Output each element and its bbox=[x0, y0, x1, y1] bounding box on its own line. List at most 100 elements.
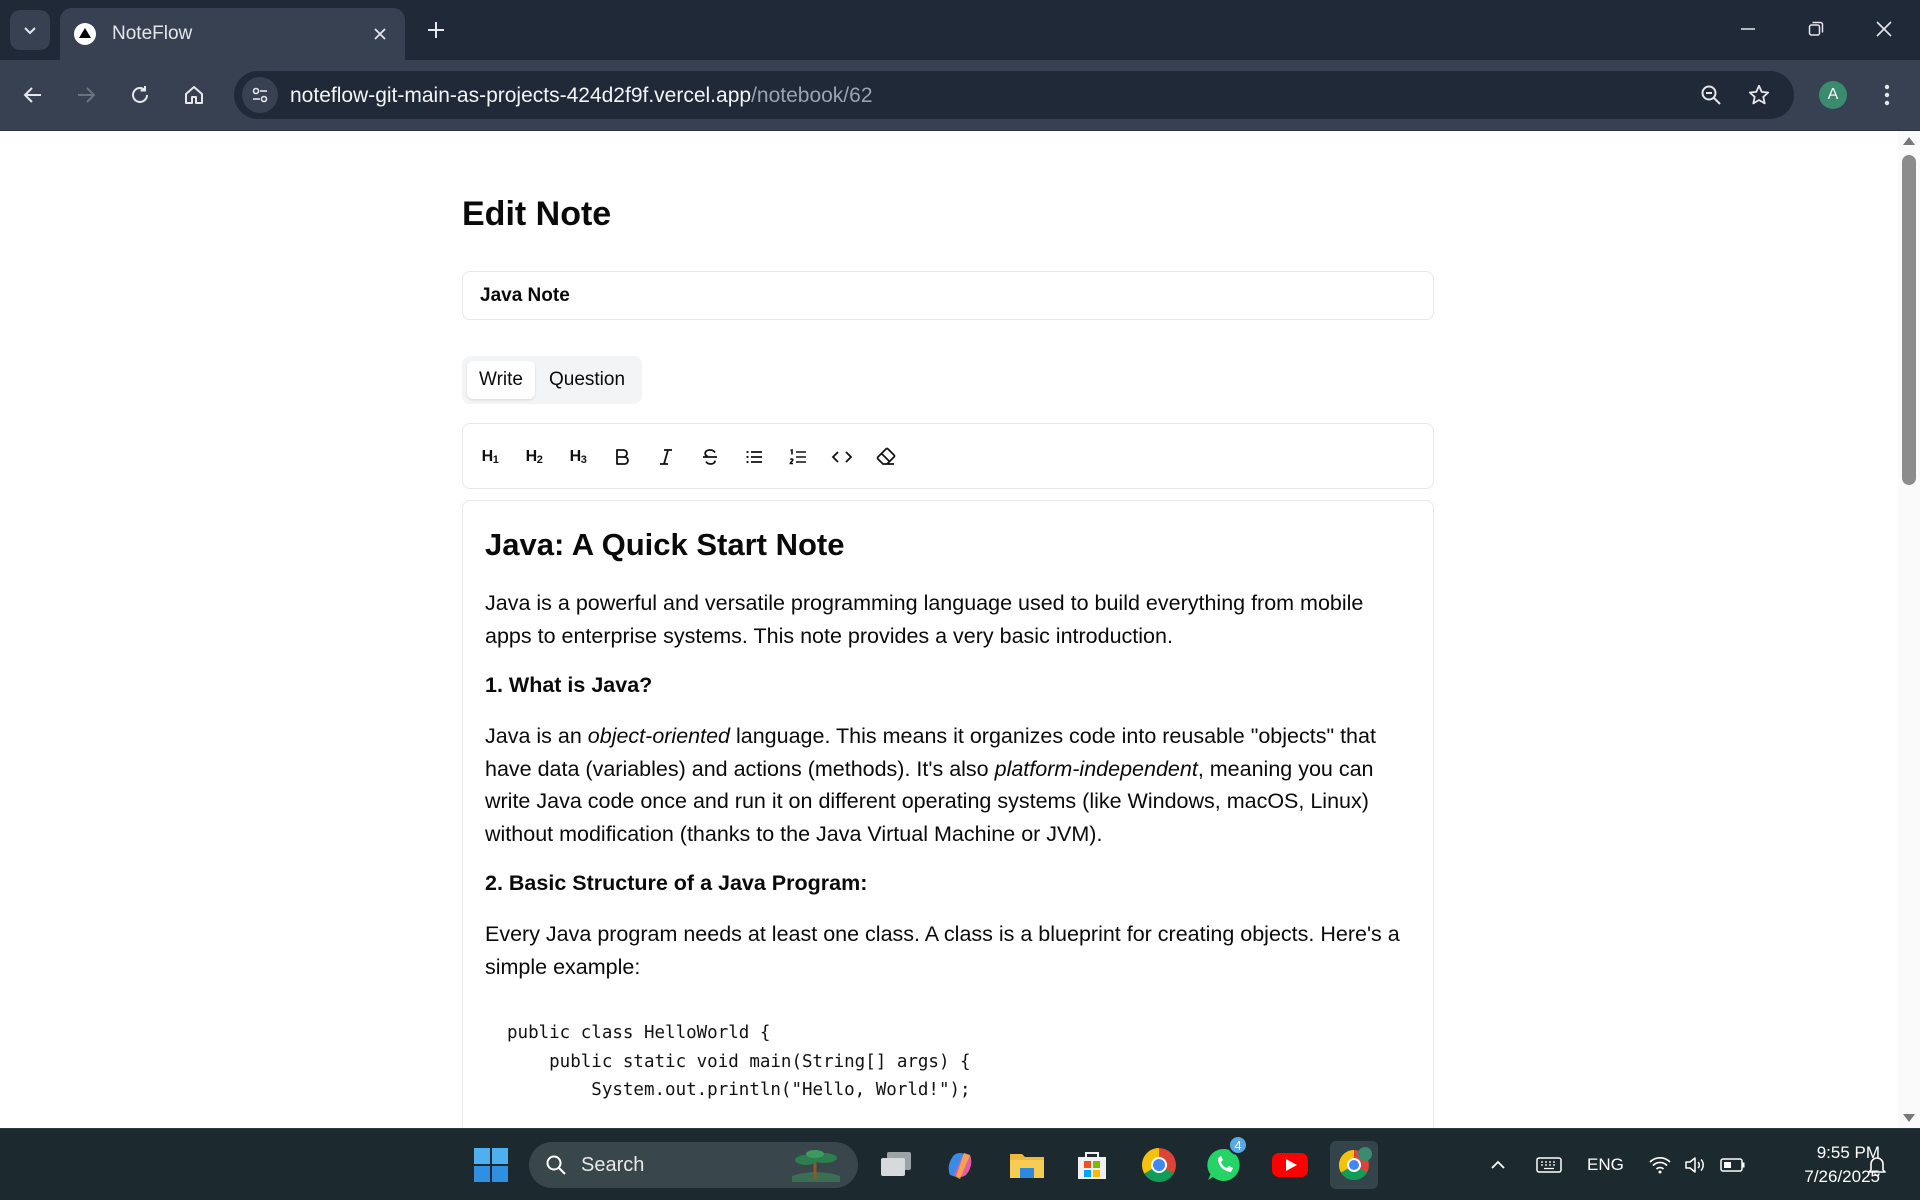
section-2-heading: 2. Basic Structure of a Java Program: bbox=[485, 871, 868, 895]
home-button[interactable] bbox=[174, 75, 214, 115]
page-title: Edit Note bbox=[462, 195, 612, 233]
minimize-icon bbox=[1741, 28, 1755, 30]
editor-mode-tabs: Write Question bbox=[462, 356, 643, 404]
windows-logo-icon bbox=[474, 1148, 508, 1182]
tab-write[interactable]: Write bbox=[467, 361, 535, 399]
clock-time: 9:55 PM bbox=[1816, 1143, 1880, 1162]
code-block-button[interactable] bbox=[822, 438, 862, 476]
page-scrollbar[interactable] bbox=[1898, 131, 1920, 1128]
emphasis-object-oriented: object-oriented bbox=[587, 724, 731, 748]
scrollbar-thumb[interactable] bbox=[1902, 155, 1916, 485]
notifications-button[interactable] bbox=[1866, 1129, 1888, 1200]
youtube-icon bbox=[1272, 1153, 1308, 1177]
document-title: Java: A Quick Start Note bbox=[485, 527, 845, 562]
search-icon bbox=[546, 1155, 566, 1175]
tab-title: NoteFlow bbox=[112, 23, 193, 44]
strikethrough-button[interactable] bbox=[690, 438, 730, 476]
page-viewport: Edit Note Java Note Write Question H1 H2… bbox=[0, 131, 1898, 1128]
minimize-button[interactable] bbox=[1722, 6, 1774, 52]
show-hidden-icons-button[interactable] bbox=[1488, 1129, 1508, 1200]
task-view-icon bbox=[881, 1152, 911, 1176]
ordered-list-icon bbox=[789, 448, 806, 465]
start-button[interactable] bbox=[467, 1141, 515, 1189]
wifi-icon bbox=[1649, 1156, 1671, 1174]
restore-button[interactable] bbox=[1790, 6, 1842, 52]
close-icon bbox=[374, 28, 386, 40]
url-text: noteflow-git-main-as-projects-424d2f9f.v… bbox=[290, 84, 873, 108]
heading-1-icon: H1 bbox=[481, 448, 499, 466]
heading-1-button[interactable]: H1 bbox=[470, 438, 510, 476]
windows-taskbar: Search 4 ENG 9:55 PM 7/26/2025 bbox=[0, 1128, 1920, 1200]
taskbar-search[interactable]: Search bbox=[529, 1142, 858, 1188]
touch-keyboard-button[interactable] bbox=[1536, 1129, 1562, 1200]
whatsapp-notification-badge: 4 bbox=[1228, 1135, 1248, 1155]
taskbar-task-view[interactable] bbox=[872, 1141, 920, 1189]
heading-2-icon: H2 bbox=[525, 448, 543, 466]
chrome-icon bbox=[1142, 1148, 1176, 1182]
bullet-list-button[interactable] bbox=[734, 438, 774, 476]
bullet-list-icon bbox=[746, 450, 762, 464]
clear-formatting-button[interactable] bbox=[866, 438, 906, 476]
intro-paragraph: Java is a powerful and versatile program… bbox=[485, 591, 1364, 648]
reload-button[interactable] bbox=[120, 75, 160, 115]
url-path: /notebook/62 bbox=[751, 84, 873, 107]
keyboard-icon bbox=[1536, 1157, 1562, 1173]
system-clock[interactable]: 9:55 PM 7/26/2025 bbox=[1762, 1141, 1880, 1189]
formatting-toolbar: H1 H2 H3 bbox=[462, 423, 1434, 489]
volume-icon bbox=[1685, 1157, 1704, 1173]
address-bar[interactable]: noteflow-git-main-as-projects-424d2f9f.v… bbox=[234, 71, 1794, 119]
tab-question[interactable]: Question bbox=[537, 361, 637, 399]
chevron-up-icon bbox=[1491, 1160, 1505, 1169]
taskbar-microsoft-store[interactable] bbox=[1068, 1141, 1116, 1189]
back-button[interactable] bbox=[13, 75, 53, 115]
tab-search-button[interactable] bbox=[10, 10, 50, 50]
emphasis-platform-independent: platform-independent bbox=[994, 756, 1198, 781]
new-tab-button[interactable] bbox=[418, 12, 454, 48]
tab-close-button[interactable] bbox=[369, 23, 391, 45]
taskbar-copilot[interactable] bbox=[936, 1141, 984, 1189]
note-editor[interactable]: Java: A Quick Start Note Java is a power… bbox=[462, 500, 1434, 1128]
chrome-icon bbox=[1338, 1147, 1372, 1181]
battery-button[interactable] bbox=[1720, 1129, 1746, 1200]
taskbar-youtube[interactable] bbox=[1266, 1141, 1314, 1189]
home-icon bbox=[185, 86, 203, 104]
scroll-up-arrow-icon[interactable] bbox=[1903, 137, 1915, 145]
bell-icon bbox=[1868, 1157, 1886, 1176]
zoom-button[interactable] bbox=[1696, 80, 1726, 110]
forward-button[interactable] bbox=[66, 75, 106, 115]
browser-tab[interactable]: NoteFlow bbox=[60, 8, 405, 60]
copilot-icon bbox=[948, 1153, 972, 1179]
heading-3-button[interactable]: H3 bbox=[558, 438, 598, 476]
section-2-paragraph: Every Java program needs at least one cl… bbox=[485, 922, 1400, 979]
bold-button[interactable] bbox=[602, 438, 642, 476]
italic-button[interactable] bbox=[646, 438, 686, 476]
browser-tab-bar: NoteFlow bbox=[0, 0, 1920, 60]
italic-icon bbox=[660, 449, 672, 465]
store-icon bbox=[1078, 1152, 1106, 1179]
more-vertical-icon bbox=[1884, 84, 1890, 106]
volume-button[interactable] bbox=[1683, 1129, 1707, 1200]
battery-icon bbox=[1720, 1158, 1745, 1172]
profile-avatar[interactable]: A bbox=[1819, 81, 1847, 109]
site-info-button[interactable] bbox=[242, 77, 278, 113]
scroll-down-arrow-icon[interactable] bbox=[1903, 1114, 1915, 1122]
ordered-list-button[interactable] bbox=[778, 438, 818, 476]
browser-menu-button[interactable] bbox=[1870, 78, 1904, 112]
note-title-input[interactable]: Java Note bbox=[462, 271, 1434, 320]
heading-2-button[interactable]: H2 bbox=[514, 438, 554, 476]
taskbar-file-explorer[interactable] bbox=[1003, 1141, 1051, 1189]
code-block: public class HelloWorld { public static … bbox=[507, 1023, 971, 1100]
close-window-button[interactable] bbox=[1858, 6, 1910, 52]
chevron-down-icon bbox=[24, 27, 36, 35]
bookmark-button[interactable] bbox=[1744, 80, 1774, 110]
search-label: Search bbox=[581, 1153, 645, 1176]
network-button[interactable] bbox=[1648, 1129, 1672, 1200]
plus-icon bbox=[428, 22, 444, 38]
code-icon bbox=[831, 451, 853, 463]
input-language-indicator[interactable]: ENG bbox=[1587, 1129, 1624, 1200]
taskbar-chrome-profile[interactable] bbox=[1330, 1141, 1378, 1189]
taskbar-whatsapp[interactable]: 4 bbox=[1200, 1135, 1248, 1189]
reload-icon bbox=[132, 86, 148, 103]
taskbar-chrome[interactable] bbox=[1135, 1141, 1183, 1189]
heading-3-icon: H3 bbox=[569, 448, 587, 466]
